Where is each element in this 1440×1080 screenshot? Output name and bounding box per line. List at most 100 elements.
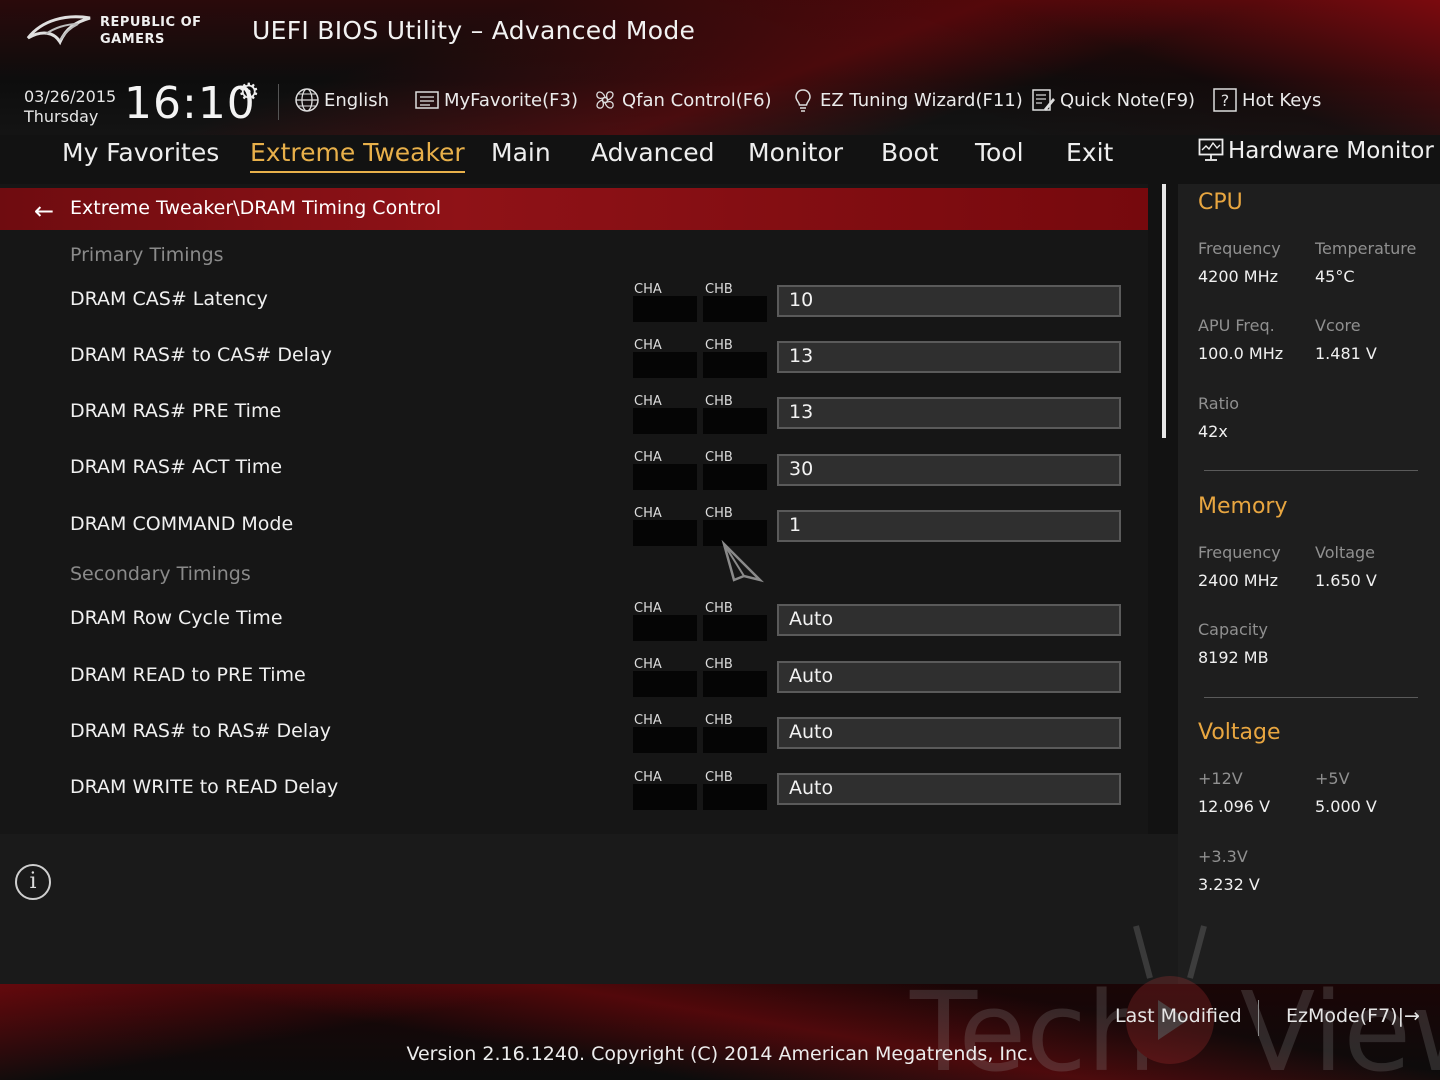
cha-value-box <box>633 464 697 490</box>
cha-label: CHA <box>634 657 662 672</box>
language-label: English <box>324 89 389 111</box>
cha-label: CHA <box>634 713 662 728</box>
dram-write-to-read-delay-input[interactable]: Auto <box>777 773 1121 805</box>
dram-ras-pre-time-label: DRAM RAS# PRE Time <box>70 400 282 422</box>
cha-value-box <box>633 296 697 322</box>
rog-eye-icon <box>26 15 91 46</box>
dram-command-mode-label: DRAM COMMAND Mode <box>70 513 294 535</box>
tab-main[interactable]: Main <box>491 138 551 167</box>
fan-icon <box>592 87 618 113</box>
dram-command-mode-input[interactable]: 1 <box>777 510 1121 542</box>
tab-extreme-tweaker[interactable]: Extreme Tweaker <box>250 138 465 173</box>
hot-keys-label: Hot Keys <box>1242 89 1322 111</box>
primary-timings-heading: Primary Timings <box>70 244 224 266</box>
dram-read-to-pre-time-label: DRAM READ to PRE Time <box>70 664 306 686</box>
dram-row-cycle-time-input[interactable]: Auto <box>777 604 1121 636</box>
dram-ras-pre-time-input[interactable]: 13 <box>777 397 1121 429</box>
clock-time: 16:10 <box>124 78 256 129</box>
tab-advanced[interactable]: Advanced <box>591 138 715 167</box>
chb-value-box <box>703 352 767 378</box>
myfavorite-label: MyFavorite(F3) <box>444 89 578 111</box>
v5-value: 5.000 V <box>1315 797 1377 816</box>
cha-value-box <box>633 615 697 641</box>
cha-label: CHA <box>634 338 662 353</box>
language-button[interactable]: English <box>294 84 389 116</box>
v33-label: +3.3V <box>1198 847 1248 866</box>
rog-logo: REPUBLIC OF GAMERS <box>26 10 236 54</box>
chb-value-box <box>703 296 767 322</box>
chb-label: CHB <box>705 338 733 353</box>
dram-cas-latency-input[interactable]: 10 <box>777 285 1121 317</box>
dram-ras-to-ras-delay-input[interactable]: Auto <box>777 717 1121 749</box>
item-help-area <box>0 834 1178 984</box>
cpu-temperature-value: 45°C <box>1315 267 1355 286</box>
ez-tuning-button[interactable]: EZ Tuning Wizard(F11) <box>790 84 1023 116</box>
cha-value-box <box>633 408 697 434</box>
v33-value: 3.232 V <box>1198 875 1260 894</box>
favorite-list-icon <box>414 87 440 113</box>
cha-label: CHA <box>634 601 662 616</box>
v12-label: +12V <box>1198 769 1243 788</box>
cha-label: CHA <box>634 282 662 297</box>
chb-label: CHB <box>705 770 733 785</box>
globe-icon <box>294 87 320 113</box>
back-arrow-icon[interactable]: ← <box>34 197 54 225</box>
chb-value-box <box>703 615 767 641</box>
v5-label: +5V <box>1315 769 1350 788</box>
info-icon: i <box>15 864 51 900</box>
tab-tool[interactable]: Tool <box>975 138 1024 167</box>
ratio-label: Ratio <box>1198 394 1240 413</box>
weekday-text: Thursday <box>24 107 99 126</box>
cha-label: CHA <box>634 770 662 785</box>
secondary-timings-heading: Secondary Timings <box>70 563 251 585</box>
apu-freq-value: 100.0 MHz <box>1198 344 1284 363</box>
chb-label: CHB <box>705 282 733 297</box>
gear-icon[interactable]: ⚙ <box>238 78 260 106</box>
cha-value-box <box>633 352 697 378</box>
chb-value-box <box>703 408 767 434</box>
brand-line1: REPUBLIC OF <box>100 15 202 30</box>
dram-ras-act-time-label: DRAM RAS# ACT Time <box>70 456 283 478</box>
date-display: 03/26/2015 Thursday <box>24 87 116 127</box>
tab-my-favorites[interactable]: My Favorites <box>62 138 219 167</box>
dram-ras-to-ras-delay-label: DRAM RAS# to RAS# Delay <box>70 720 331 742</box>
dram-row-cycle-time-label: DRAM Row Cycle Time <box>70 607 283 629</box>
vcore-value: 1.481 V <box>1315 344 1377 363</box>
hot-keys-button[interactable]: ? Hot Keys <box>1212 84 1321 116</box>
dram-write-to-read-delay-label: DRAM WRITE to READ Delay <box>70 776 339 798</box>
date-text: 03/26/2015 <box>24 87 117 106</box>
capacity-label: Capacity <box>1198 620 1268 639</box>
cpu-frequency-value: 4200 MHz <box>1198 267 1279 286</box>
lightbulb-icon <box>790 87 816 113</box>
apu-freq-label: APU Freq. <box>1198 316 1275 335</box>
tab-boot[interactable]: Boot <box>881 138 939 167</box>
monitor-screen-icon <box>1198 138 1224 161</box>
qfan-button[interactable]: Qfan Control(F6) <box>592 84 772 116</box>
hardware-monitor-title: Hardware Monitor <box>1198 138 1434 164</box>
tab-monitor[interactable]: Monitor <box>748 138 843 167</box>
dram-ras-to-cas-delay-input[interactable]: 13 <box>777 341 1121 373</box>
breadcrumb: Extreme Tweaker\DRAM Timing Control <box>70 197 441 219</box>
memory-heading: Memory <box>1198 494 1288 519</box>
dram-ras-act-time-input[interactable]: 30 <box>777 454 1121 486</box>
dram-ras-to-cas-delay-label: DRAM RAS# to CAS# Delay <box>70 344 332 366</box>
memory-frequency-label: Frequency <box>1198 543 1281 562</box>
chb-value-box <box>703 727 767 753</box>
hardware-monitor-label: Hardware Monitor <box>1228 138 1434 164</box>
dram-read-to-pre-time-input[interactable]: Auto <box>777 661 1121 693</box>
v12-value: 12.096 V <box>1198 797 1271 816</box>
last-modified-button[interactable]: Last Modified <box>1115 1005 1242 1027</box>
cha-value-box <box>633 727 697 753</box>
cha-value-box <box>633 671 697 697</box>
settings-scrollbar[interactable] <box>1162 184 1166 438</box>
ez-mode-button[interactable]: EzMode(F7)|→ <box>1286 1005 1420 1027</box>
quick-note-button[interactable]: Quick Note(F9) <box>1030 84 1195 116</box>
tab-exit[interactable]: Exit <box>1066 138 1113 167</box>
qfan-label: Qfan Control(F6) <box>622 89 772 111</box>
memory-voltage-label: Voltage <box>1315 543 1376 562</box>
chb-label: CHB <box>705 450 733 465</box>
chb-label: CHB <box>705 506 733 521</box>
toolbar-divider <box>278 84 279 120</box>
myfavorite-button[interactable]: MyFavorite(F3) <box>414 84 578 116</box>
chb-value-box <box>703 671 767 697</box>
